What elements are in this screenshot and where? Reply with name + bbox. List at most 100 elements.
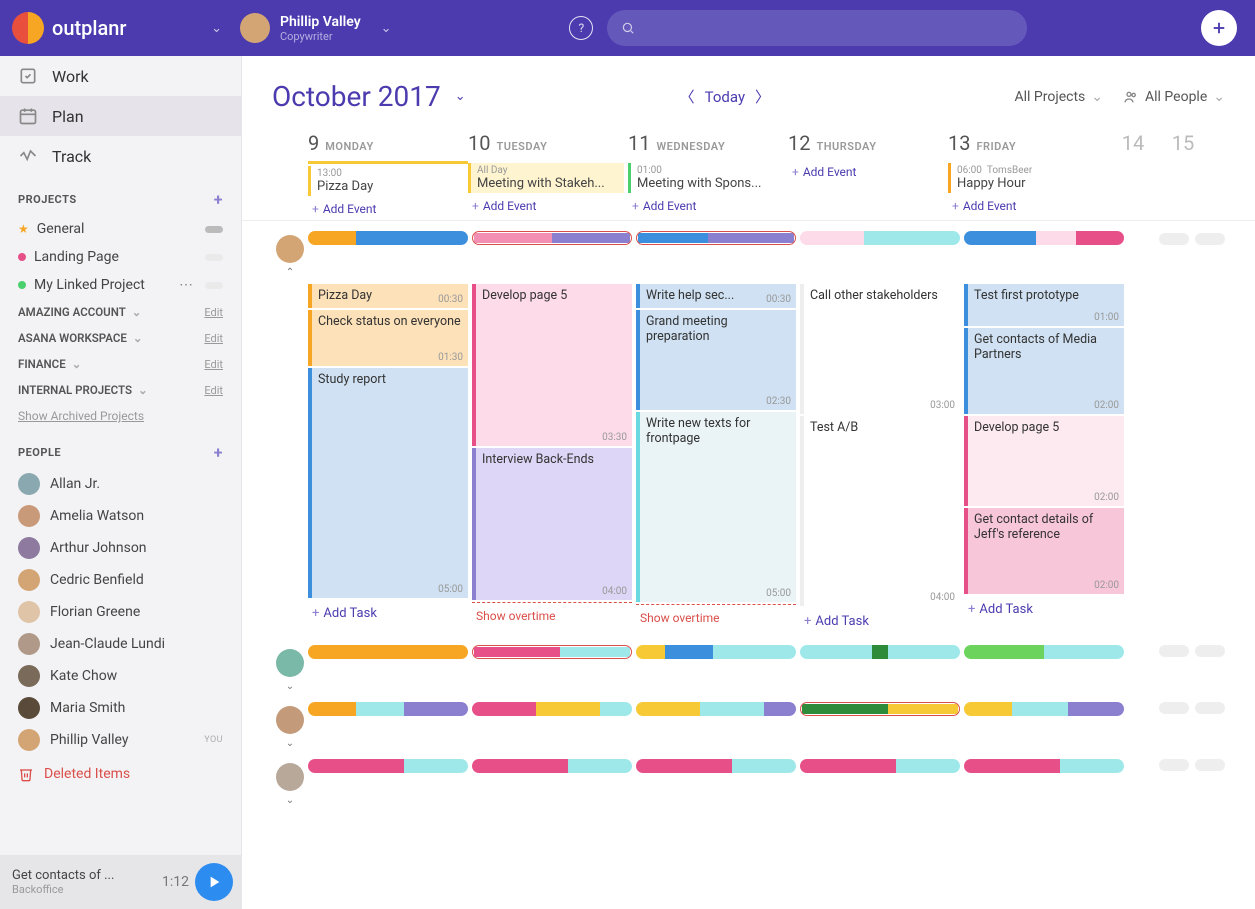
day-header[interactable]: 12THURSDAY [788, 131, 948, 161]
task-card[interactable]: Develop page 503:30 [472, 284, 632, 446]
task-card[interactable]: Get contact details of Jeff's reference0… [964, 508, 1124, 594]
next-button[interactable]: 〉 [755, 86, 770, 107]
project-landing-page[interactable]: Landing Page [0, 243, 241, 271]
day-header[interactable]: 9MONDAY [308, 131, 468, 164]
event-item[interactable]: 01:00Meeting with Spons... [628, 163, 784, 193]
capacity-bar[interactable] [636, 645, 796, 659]
capacity-bar[interactable] [964, 702, 1124, 716]
edit-link[interactable]: Edit [204, 306, 223, 319]
filter-people[interactable]: All People⌄ [1123, 89, 1225, 105]
capacity-bar[interactable] [308, 702, 468, 716]
capacity-bar[interactable] [800, 702, 960, 716]
task-card[interactable]: Test A/B04:00 [800, 416, 960, 606]
edit-link[interactable]: Edit [204, 332, 223, 345]
task-card[interactable]: Develop page 502:00 [964, 416, 1124, 506]
play-button[interactable] [195, 863, 233, 901]
task-card[interactable]: Get contacts of Media Partners02:00 [964, 328, 1124, 414]
collapse-icon[interactable]: ⌃ [286, 267, 294, 278]
task-card[interactable]: Write help sec...00:30 [636, 284, 796, 308]
capacity-bar[interactable] [636, 702, 796, 716]
day-header[interactable]: 11WEDNESDAY [628, 131, 788, 161]
expand-icon[interactable]: ⌄ [286, 738, 294, 749]
deleted-items[interactable]: Deleted Items [0, 756, 241, 792]
avatar[interactable] [276, 706, 304, 734]
person-item[interactable]: Phillip ValleyYOU [0, 724, 241, 756]
capacity-bar[interactable] [472, 702, 632, 716]
person-item[interactable]: Cedric Benfield [0, 564, 241, 596]
expand-icon[interactable]: ⌄ [286, 795, 294, 806]
event-item[interactable]: 06:00 TomsBeerHappy Hour [948, 163, 1104, 193]
prev-button[interactable]: 〈 [680, 86, 695, 107]
avatar[interactable] [276, 649, 304, 677]
task-card[interactable]: Test first prototype01:00 [964, 284, 1124, 326]
capacity-bar[interactable] [308, 231, 468, 245]
day-header[interactable]: 13FRIDAY [948, 131, 1108, 161]
show-overtime-link[interactable]: Show overtime [472, 603, 632, 629]
capacity-bar[interactable] [800, 231, 960, 245]
capacity-bar[interactable] [472, 759, 632, 773]
capacity-bar[interactable] [472, 231, 632, 245]
add-event-button[interactable]: + Add Event [468, 195, 628, 217]
month-dropdown[interactable]: ⌄ [455, 89, 466, 104]
nav-work[interactable]: Work [0, 56, 241, 96]
task-card[interactable]: Call other stakeholders03:00 [800, 284, 960, 414]
avatar[interactable] [276, 235, 304, 263]
help-button[interactable]: ? [569, 16, 593, 40]
edit-link[interactable]: Edit [204, 384, 223, 397]
task-card[interactable]: Pizza Day00:30 [308, 284, 468, 308]
event-item[interactable]: 13:00Pizza Day [308, 166, 464, 196]
filter-projects[interactable]: All Projects⌄ [1015, 89, 1103, 105]
capacity-bar[interactable] [308, 645, 468, 659]
capacity-bar[interactable] [636, 231, 796, 245]
search-input[interactable] [607, 10, 1027, 46]
capacity-bar[interactable] [800, 645, 960, 659]
group-internal[interactable]: INTERNAL PROJECTS⌄Edit [0, 377, 241, 403]
workspace-switcher[interactable]: outplanr ⌄ [12, 12, 230, 44]
expand-icon[interactable]: ⌄ [286, 681, 294, 692]
task-card[interactable]: Interview Back-Ends04:00 [472, 448, 632, 600]
nav-plan[interactable]: Plan [0, 96, 241, 136]
task-card[interactable]: Check status on everyone01:30 [308, 310, 468, 366]
person-item[interactable]: Florian Greene [0, 596, 241, 628]
person-item[interactable]: Maria Smith [0, 692, 241, 724]
add-task-button[interactable]: + Add Task [964, 596, 1124, 623]
add-event-button[interactable]: + Add Event [948, 195, 1108, 217]
add-button[interactable] [1201, 10, 1237, 46]
add-task-button[interactable]: + Add Task [800, 608, 960, 635]
user-switcher[interactable]: Phillip Valley Copywriter ⌄ [230, 13, 410, 43]
edit-link[interactable]: Edit [204, 358, 223, 371]
task-card[interactable]: Study report05:00 [308, 368, 468, 598]
person-item[interactable]: Kate Chow [0, 660, 241, 692]
add-event-button[interactable]: + Add Event [308, 198, 468, 220]
today-button[interactable]: Today [705, 88, 745, 106]
add-event-button[interactable]: + Add Event [628, 195, 788, 217]
person-item[interactable]: Allan Jr. [0, 468, 241, 500]
group-asana[interactable]: ASANA WORKSPACE⌄Edit [0, 325, 241, 351]
avatar[interactable] [276, 763, 304, 791]
add-project-button[interactable]: + [214, 190, 223, 209]
show-overtime-link[interactable]: Show overtime [636, 605, 796, 631]
now-playing[interactable]: Get contacts of ... Backoffice 1:12 [0, 855, 241, 909]
show-archived-link[interactable]: Show Archived Projects [0, 403, 241, 429]
add-event-button[interactable]: + Add Event [788, 161, 948, 183]
capacity-bar[interactable] [964, 759, 1124, 773]
group-finance[interactable]: FINANCE⌄Edit [0, 351, 241, 377]
person-item[interactable]: Arthur Johnson [0, 532, 241, 564]
add-person-button[interactable]: + [214, 443, 223, 462]
capacity-bar[interactable] [636, 759, 796, 773]
day-header[interactable]: 10TUESDAY [468, 131, 628, 161]
capacity-bar[interactable] [964, 231, 1124, 245]
add-task-button[interactable]: + Add Task [308, 600, 468, 627]
event-item[interactable]: All DayMeeting with Stakeh... [468, 163, 624, 193]
capacity-bar[interactable] [472, 645, 632, 659]
nav-track[interactable]: Track [0, 136, 241, 176]
person-item[interactable]: Jean-Claude Lundi [0, 628, 241, 660]
capacity-bar[interactable] [308, 759, 468, 773]
project-general[interactable]: ★ General [0, 215, 241, 243]
capacity-bar[interactable] [800, 759, 960, 773]
group-amazing[interactable]: AMAZING ACCOUNT⌄Edit [0, 299, 241, 325]
capacity-bar[interactable] [964, 645, 1124, 659]
person-item[interactable]: Amelia Watson [0, 500, 241, 532]
task-card[interactable]: Grand meeting preparation02:30 [636, 310, 796, 410]
task-card[interactable]: Write new texts for frontpage05:00 [636, 412, 796, 602]
